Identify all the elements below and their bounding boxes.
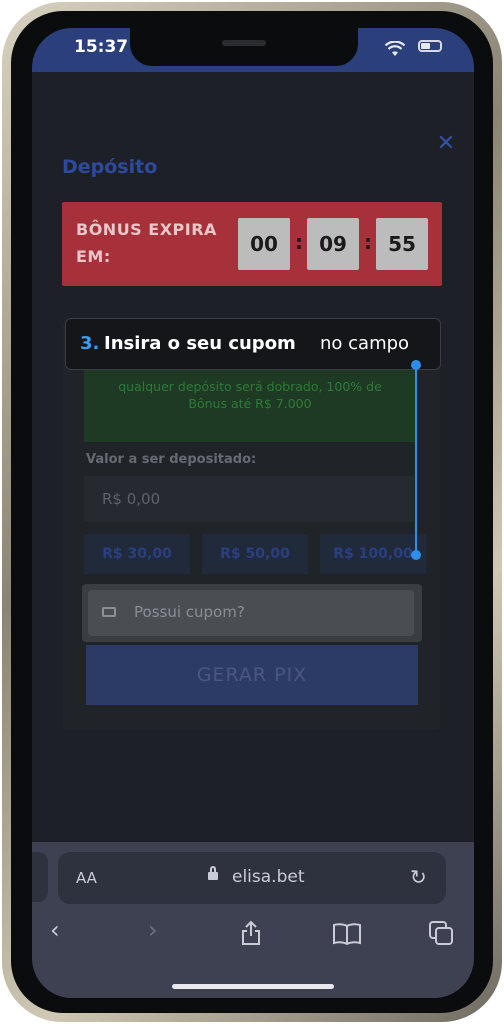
timer-hours: 00 (238, 218, 290, 270)
timer-separator: : (295, 230, 303, 254)
coupon-highlight: Possui cupom? (82, 584, 422, 642)
back-icon[interactable]: ‹ (50, 916, 60, 944)
bonus-label: BÔNUS EXPIRA EM: (76, 220, 217, 266)
status-bar: 15:37 (32, 28, 474, 72)
forward-icon[interactable]: › (148, 916, 158, 944)
tabs-icon[interactable] (428, 920, 454, 946)
promo-line: qualquer depósito será dobrado, 100% de (118, 379, 382, 394)
amount-label: Valor a ser depositado: (86, 452, 257, 467)
lock-icon (208, 866, 218, 880)
promo-message: qualquer depósito será dobrado, 100% de … (84, 364, 416, 442)
speaker (222, 40, 266, 46)
url-domain: elisa.bet (232, 867, 305, 887)
bookmarks-icon[interactable] (332, 922, 362, 946)
battery-icon (418, 40, 442, 52)
timer-minutes: 09 (307, 218, 359, 270)
status-time: 15:37 (74, 37, 129, 57)
notch (130, 28, 358, 66)
tooltip-bold-text: Insira o seu cupom (104, 333, 296, 354)
tooltip-text: no campo (320, 333, 410, 354)
ticket-icon (102, 607, 116, 617)
generate-pix-button[interactable]: GERAR PIX (86, 645, 418, 705)
quick-amount-30-button[interactable]: R$ 30,00 (84, 534, 190, 574)
tooltip-connector (415, 364, 417, 555)
tutorial-tooltip: 3. Insira o seu cupom no campo (65, 318, 441, 370)
share-icon[interactable] (240, 920, 262, 946)
tooltip-dot-top (411, 360, 421, 370)
browser-toolbar: AA elisa.bet ↻ ‹ › (32, 842, 474, 998)
promo-line: Bônus até R$ 7.000 (188, 396, 312, 411)
page-title: Depósito (62, 156, 158, 178)
timer-separator: : (364, 230, 372, 254)
quick-amount-50-button[interactable]: R$ 50,00 (202, 534, 308, 574)
tooltip-dot-bottom (411, 550, 421, 560)
previous-tab-edge[interactable] (32, 852, 48, 902)
bonus-timer-banner: BÔNUS EXPIRA EM: 00 : 09 : 55 (62, 202, 442, 286)
amount-input[interactable]: R$ 0,00 (84, 476, 414, 522)
home-indicator (172, 984, 334, 989)
screen: 15:37 ✕ Depósito BÔNUS EXPIRA EM: 00 : 0… (32, 28, 474, 998)
reload-icon[interactable]: ↻ (410, 865, 427, 889)
wifi-icon (385, 41, 405, 56)
close-button[interactable]: ✕ (424, 122, 468, 166)
coupon-placeholder: Possui cupom? (134, 603, 245, 621)
text-size-button[interactable]: AA (76, 869, 97, 887)
timer-seconds: 55 (376, 218, 428, 270)
deposit-page: ✕ Depósito BÔNUS EXPIRA EM: 00 : 09 : 55… (32, 72, 474, 842)
address-bar[interactable]: AA elisa.bet ↻ (58, 852, 446, 904)
coupon-input[interactable]: Possui cupom? (88, 590, 414, 636)
tooltip-step: 3. (80, 333, 100, 354)
